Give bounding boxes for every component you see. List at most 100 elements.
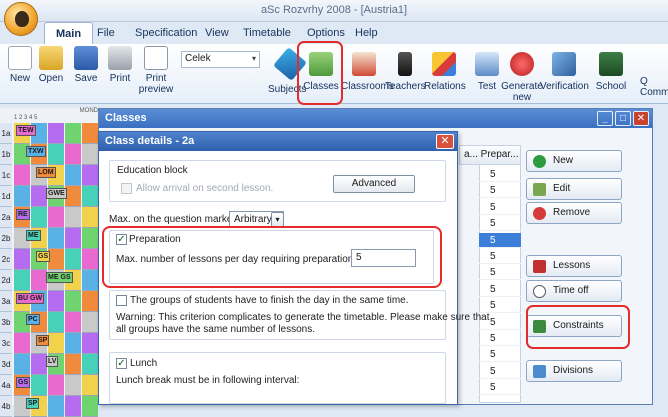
lesson-card[interactable]: ME (26, 230, 41, 241)
lesson-card[interactable]: RE (16, 209, 30, 220)
classrooms-button[interactable]: Classrooms (341, 46, 394, 92)
timetable-cell[interactable] (82, 312, 98, 333)
verification-button[interactable]: Verification (540, 46, 589, 92)
class-list-row[interactable]: 5 (479, 298, 521, 314)
timetable-cell[interactable] (48, 123, 64, 144)
class-list-row[interactable]: 5 (479, 200, 521, 215)
class-list-row[interactable]: 5 (479, 265, 521, 281)
timetable-cell[interactable] (82, 396, 98, 417)
timetable-cell[interactable] (82, 291, 98, 312)
timetable-cell[interactable] (65, 228, 81, 249)
lesson-card[interactable]: GS (16, 377, 31, 388)
teachers-button[interactable]: Teachers (385, 46, 426, 92)
class-list-row[interactable]: 5 (479, 183, 521, 199)
remove-class-button[interactable]: Remove (526, 202, 622, 224)
class-list-row[interactable]: 5 (479, 331, 521, 346)
timetable-cell[interactable] (31, 270, 47, 291)
comments-button[interactable]: Q Comme (640, 76, 668, 98)
timetable-cell[interactable] (48, 207, 64, 228)
new-class-button[interactable]: New (526, 150, 622, 172)
timetable-cell[interactable] (65, 249, 81, 270)
lesson-card[interactable]: LOM (36, 167, 56, 178)
timetable-cell[interactable] (14, 270, 30, 291)
edit-class-button[interactable]: Edit (526, 178, 622, 200)
timetable-cell[interactable] (31, 354, 47, 375)
timetable-cell[interactable] (82, 165, 98, 186)
open-button[interactable]: Open (36, 46, 66, 84)
timetable-cell[interactable] (48, 144, 64, 165)
allow-arrival-checkbox[interactable] (121, 183, 132, 194)
lessons-button[interactable]: Lessons (526, 255, 622, 277)
lesson-card[interactable]: SP (36, 335, 50, 346)
timetable-cell[interactable] (48, 312, 64, 333)
lesson-card[interactable]: PC (26, 314, 40, 325)
lesson-card[interactable]: ME GS (46, 272, 73, 283)
timetable-cell[interactable] (65, 375, 81, 396)
timetable-cell[interactable] (82, 123, 98, 144)
timetable-cell[interactable] (82, 375, 98, 396)
class-list-row[interactable]: 5 (479, 216, 521, 232)
class-list-row[interactable]: 5 (479, 249, 521, 264)
timetable-cell[interactable] (48, 228, 64, 249)
lesson-card[interactable]: TXW (26, 146, 46, 157)
maximize-button[interactable]: □ (615, 111, 631, 126)
timetable-cell[interactable] (65, 354, 81, 375)
lesson-card[interactable]: SP (26, 398, 40, 409)
timetable-cell[interactable] (65, 186, 81, 207)
view-select[interactable]: Celek ▾ (181, 51, 260, 68)
timetable-cell[interactable] (31, 375, 47, 396)
tab-file[interactable]: File (86, 22, 126, 44)
timetable-cell[interactable] (82, 186, 98, 207)
close-button[interactable]: ✕ (633, 111, 649, 126)
class-list-row[interactable]: 5 (479, 347, 521, 363)
timetable-cell[interactable] (65, 291, 81, 312)
test-button[interactable]: Test (474, 46, 500, 92)
class-list-row[interactable]: 5 (479, 380, 521, 396)
timetable-cell[interactable] (65, 207, 81, 228)
timetable-cell[interactable] (31, 207, 47, 228)
school-button[interactable]: School (594, 46, 628, 92)
lesson-card[interactable]: GS (36, 251, 51, 262)
app-menu-button[interactable] (4, 2, 38, 36)
print-button[interactable]: Print (106, 46, 134, 84)
timetable-cell[interactable] (82, 228, 98, 249)
timetable-cell[interactable] (65, 312, 81, 333)
timetable-cell[interactable] (48, 249, 64, 270)
groups-finish-checkbox[interactable] (116, 295, 127, 306)
timetable-cell[interactable] (65, 333, 81, 354)
dialog-close-button[interactable]: ✕ (436, 134, 454, 149)
timetable-cell[interactable] (31, 186, 47, 207)
class-list-row[interactable]: 5 (479, 364, 521, 379)
class-list-row[interactable]: 5 (479, 282, 521, 297)
class-list-row[interactable]: 5 (479, 232, 521, 248)
save-button[interactable]: Save (72, 46, 100, 84)
time-off-button[interactable]: Time off (526, 280, 622, 302)
timetable-cell[interactable] (82, 144, 98, 165)
lesson-card[interactable]: BU GW (16, 293, 45, 304)
timetable-cell[interactable] (14, 165, 30, 186)
new-button[interactable]: New (6, 46, 34, 84)
timetable-cell[interactable] (65, 144, 81, 165)
tab-help[interactable]: Help (344, 22, 389, 44)
timetable-cell[interactable] (48, 396, 64, 417)
timetable-cell[interactable] (14, 333, 30, 354)
lesson-card[interactable]: GWE (46, 188, 67, 199)
timetable-cell[interactable] (48, 333, 64, 354)
max-question-dropdown-icon[interactable]: ▾ (271, 212, 284, 227)
timetable-cell[interactable] (14, 186, 30, 207)
print-preview-button[interactable]: Print preview (138, 46, 174, 95)
timetable-cell[interactable] (82, 354, 98, 375)
timetable-cell[interactable] (82, 333, 98, 354)
lunch-checkbox[interactable]: ✓ (116, 358, 127, 369)
timetable-cell[interactable] (14, 354, 30, 375)
timetable-cell[interactable] (82, 207, 98, 228)
timetable-cell[interactable] (82, 270, 98, 291)
timetable-cell[interactable] (14, 249, 30, 270)
minimize-button[interactable]: _ (597, 111, 613, 126)
divisions-button[interactable]: Divisions (526, 360, 622, 382)
lesson-card[interactable]: LV (46, 356, 59, 367)
timetable-cell[interactable] (48, 375, 64, 396)
timetable-cell[interactable] (48, 291, 64, 312)
class-list-row[interactable]: 5 (479, 167, 521, 182)
timetable-cell[interactable] (65, 123, 81, 144)
